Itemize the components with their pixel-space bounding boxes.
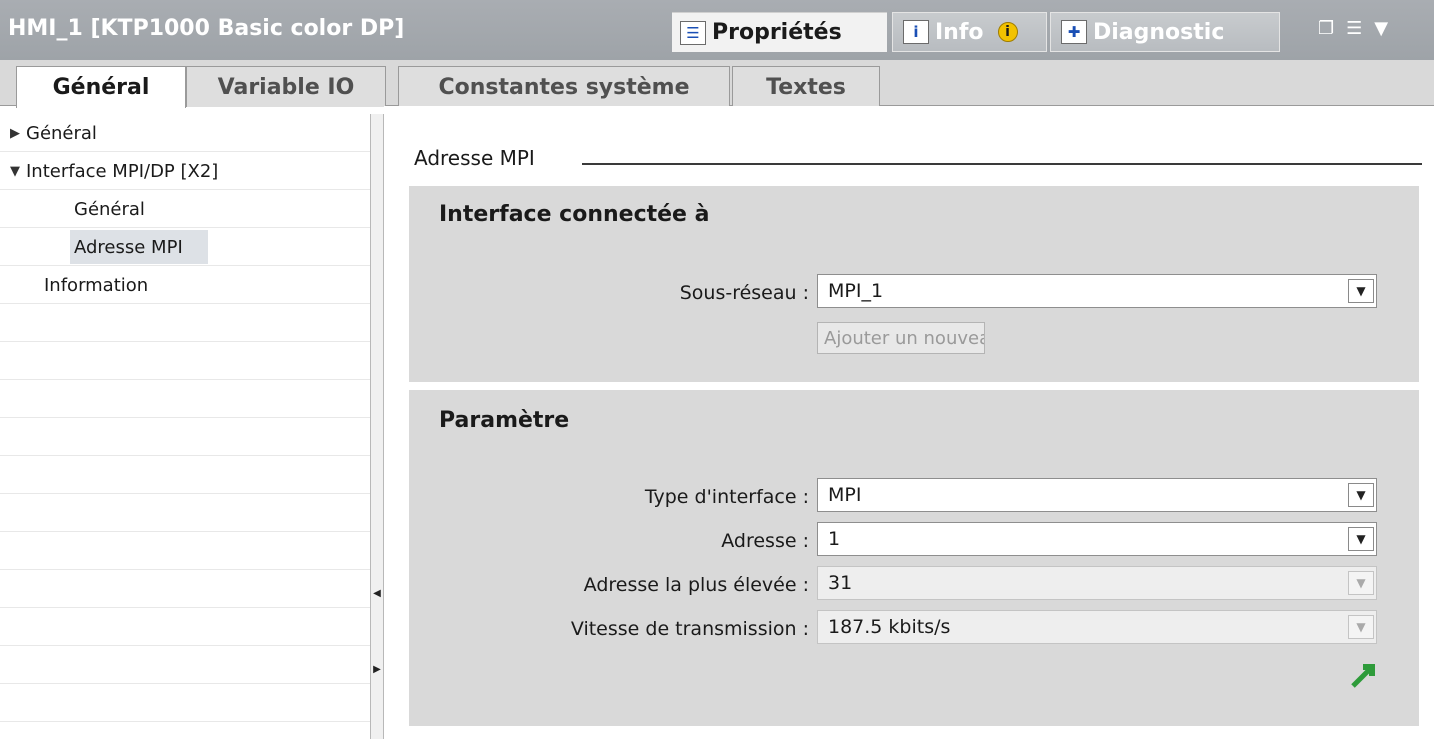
highest-address-label: Adresse la plus élevée : — [583, 574, 809, 596]
tree-row — [0, 494, 370, 532]
category-tab-bar: Général Variable IO Constantes système T… — [0, 60, 1434, 108]
highest-address-value: 31 — [828, 572, 853, 594]
chevron-down-icon: ▼ — [1348, 571, 1374, 595]
collapse-arrow-icon[interactable]: ▼ — [10, 164, 20, 179]
tab-system-constants[interactable]: Constantes système — [398, 66, 730, 107]
tree-row — [0, 532, 370, 570]
title-bar: HMI_1 [KTP1000 Basic color DP] ☰ Proprié… — [0, 0, 1434, 60]
chevron-down-icon[interactable]: ▼ — [1374, 18, 1388, 39]
tree-item-information[interactable]: Information — [40, 268, 152, 302]
chevron-down-icon[interactable]: ▼ — [1348, 483, 1374, 507]
properties-icon: ☰ — [680, 20, 706, 45]
transmission-speed-label: Vitesse de transmission : — [570, 618, 809, 640]
subnet-dropdown[interactable]: MPI_1 ▼ — [817, 274, 1377, 308]
tab-info[interactable]: i Info i — [892, 12, 1047, 52]
expand-right-icon[interactable]: ▶ — [373, 654, 381, 684]
properties-panel: Adresse MPI Interface connectée à Sous-r… — [384, 106, 1434, 739]
float-window-icon[interactable]: ❐ — [1318, 18, 1334, 39]
chevron-down-icon: ▼ — [1348, 615, 1374, 639]
tab-io-variable[interactable]: Variable IO — [186, 66, 386, 107]
interface-type-value: MPI — [828, 484, 862, 506]
tab-properties-label: Propriétés — [712, 20, 842, 45]
tree-row — [0, 342, 370, 380]
tree-row — [0, 304, 370, 342]
chevron-down-icon[interactable]: ▼ — [1348, 279, 1374, 303]
tree-item-interface[interactable]: ▼ Interface MPI/DP [X2] — [6, 154, 222, 188]
subnet-label: Sous-réseau : — [679, 282, 809, 304]
expand-arrow-icon[interactable]: ▶ — [10, 126, 20, 141]
tree-item-label: Information — [44, 274, 149, 296]
parameter-group: Paramètre Type d'interface : MPI ▼ Adres… — [409, 390, 1419, 726]
address-label: Adresse : — [721, 530, 809, 552]
tab-properties[interactable]: ☰ Propriétés — [672, 12, 887, 52]
interface-type-label: Type d'interface : — [644, 486, 809, 508]
tree-item-label: Général — [74, 198, 145, 220]
transmission-speed-dropdown: 187.5 kbits/s ▼ — [817, 610, 1377, 644]
panel-splitter[interactable]: ◀ ▶ — [370, 114, 384, 739]
interface-group: Interface connectée à Sous-réseau : MPI_… — [409, 186, 1419, 382]
tree-row — [0, 190, 370, 228]
tab-general[interactable]: Général — [16, 66, 186, 108]
section-divider — [582, 163, 1422, 165]
transmission-speed-value: 187.5 kbits/s — [828, 616, 951, 638]
tab-diagnostic[interactable]: ✚ Diagnostic — [1050, 12, 1280, 52]
interface-type-dropdown[interactable]: MPI ▼ — [817, 478, 1377, 512]
info-tab-icon: i — [903, 20, 929, 44]
layout-menu-icon[interactable]: ☰ — [1346, 18, 1362, 39]
tree-row — [0, 570, 370, 608]
navigate-arrow-icon[interactable] — [1349, 660, 1379, 690]
diagnostic-icon: ✚ — [1061, 20, 1087, 44]
highest-address-dropdown: 31 ▼ — [817, 566, 1377, 600]
tree-item-mpi-address[interactable]: Adresse MPI — [70, 230, 208, 264]
tab-diagnostic-label: Diagnostic — [1093, 19, 1225, 45]
info-badge-icon: i — [997, 22, 1018, 42]
tree-row — [0, 418, 370, 456]
navigation-tree: ▶ Général ▼ Interface MPI/DP [X2] Généra… — [0, 114, 370, 739]
tree-row — [0, 608, 370, 646]
tree-row — [0, 456, 370, 494]
collapse-left-icon[interactable]: ◀ — [373, 578, 381, 608]
tree-row — [0, 646, 370, 684]
address-dropdown[interactable]: 1 ▼ — [817, 522, 1377, 556]
chevron-down-icon[interactable]: ▼ — [1348, 527, 1374, 551]
tree-row — [0, 380, 370, 418]
tab-info-label: Info — [935, 19, 984, 45]
tree-item-label: Interface MPI/DP [X2] — [26, 160, 219, 182]
tab-texts[interactable]: Textes — [732, 66, 880, 107]
tree-row — [0, 684, 370, 722]
subnet-value: MPI_1 — [828, 280, 884, 302]
tree-item-label: Général — [26, 122, 97, 144]
section-title: Adresse MPI — [414, 146, 535, 170]
tree-item-interface-general[interactable]: Général — [70, 192, 149, 226]
parameter-group-title: Paramètre — [439, 408, 570, 433]
tree-item-general[interactable]: ▶ Général — [6, 116, 101, 150]
interface-group-title: Interface connectée à — [439, 202, 710, 227]
address-value: 1 — [828, 528, 841, 550]
window-title: HMI_1 [KTP1000 Basic color DP] — [8, 16, 405, 41]
add-subnet-button: Ajouter un nouveau sous-ré... — [817, 322, 985, 354]
tree-item-label: Adresse MPI — [74, 236, 183, 258]
